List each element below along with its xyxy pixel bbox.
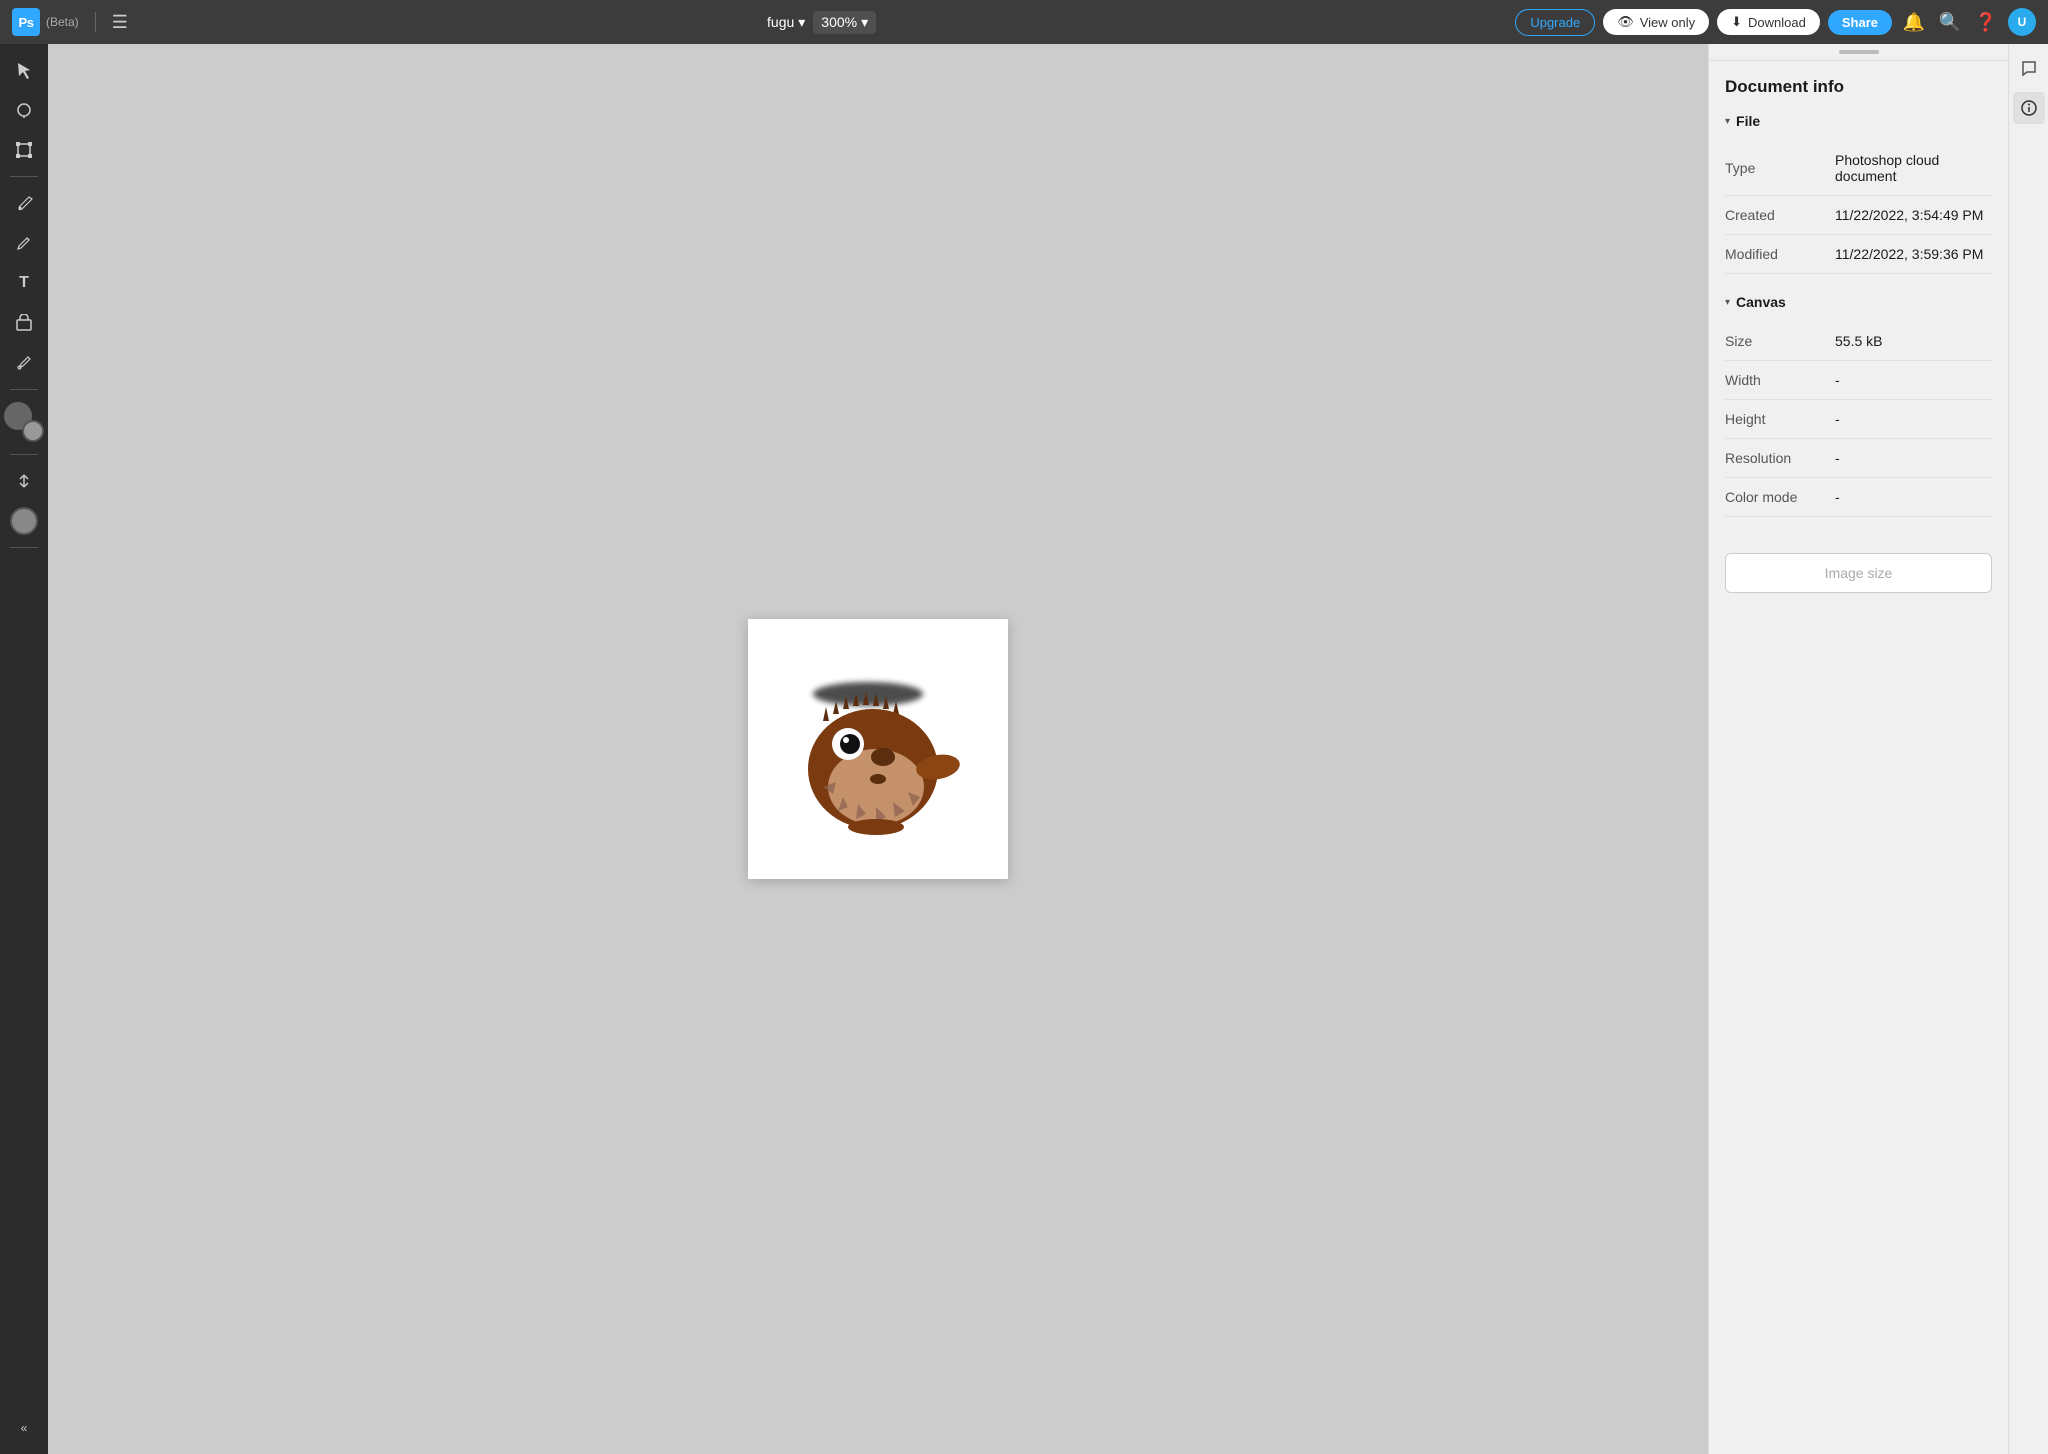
help-icon[interactable]: ❓ (1972, 12, 2000, 33)
info-panel-button[interactable] (2013, 92, 2045, 124)
text-tool-icon: T (19, 274, 29, 292)
canvas-height-value: - (1835, 411, 1992, 427)
canvas-size-value: 55.5 kB (1835, 333, 1992, 349)
comment-panel-button[interactable] (2013, 52, 2045, 84)
file-type-row: Type Photoshop cloud document (1725, 141, 1992, 196)
canvas-height-label: Height (1725, 411, 1835, 427)
file-section-header[interactable]: ▾ File (1725, 113, 1992, 129)
view-only-button[interactable]: 👁 View only (1603, 9, 1709, 35)
file-name-dropdown[interactable]: fugu ▾ (767, 14, 805, 31)
zoom-chevron-icon: ▾ (861, 14, 868, 31)
document-info-panel: Document info ▾ File Type Photoshop clou… (1708, 44, 2008, 1454)
collapse-icon: « (21, 1421, 28, 1435)
fugu-illustration (768, 639, 988, 859)
canvas-color-mode-row: Color mode - (1725, 478, 1992, 517)
canvas-color-mode-value: - (1835, 489, 1992, 505)
background-color[interactable] (22, 420, 44, 442)
zoom-level-label: 300% (821, 14, 857, 30)
eye-icon: 👁 (1617, 14, 1634, 30)
download-button[interactable]: ⬇ Download (1717, 9, 1820, 35)
file-section-chevron-icon: ▾ (1725, 116, 1730, 127)
collapse-toolbar-button[interactable]: « (6, 1410, 42, 1446)
download-label: Download (1748, 15, 1806, 30)
file-created-value: 11/22/2022, 3:54:49 PM (1835, 207, 1992, 223)
tool-divider-2 (10, 389, 38, 390)
canvas-width-value: - (1835, 372, 1992, 388)
select-tool[interactable] (6, 52, 42, 88)
zoom-control[interactable]: 300% ▾ (813, 11, 876, 34)
file-created-row: Created 11/22/2022, 3:54:49 PM (1725, 196, 1992, 235)
canvas-area[interactable] (48, 44, 1708, 1454)
panel-tab-indicator (1839, 50, 1879, 54)
file-modified-row: Modified 11/22/2022, 3:59:36 PM (1725, 235, 1992, 274)
download-icon: ⬇ (1731, 14, 1742, 30)
shape-tool[interactable] (6, 305, 42, 341)
canvas-width-label: Width (1725, 372, 1835, 388)
canvas-section-header[interactable]: ▾ Canvas (1725, 294, 1992, 310)
image-size-button[interactable]: Image size (1725, 553, 1992, 593)
canvas-resolution-label: Resolution (1725, 450, 1835, 466)
file-name-chevron-icon: ▾ (798, 14, 805, 31)
canvas-size-label: Size (1725, 333, 1835, 349)
canvas-section-chevron-icon: ▾ (1725, 297, 1730, 308)
user-avatar[interactable]: U (2008, 8, 2036, 36)
canvas-resolution-row: Resolution - (1725, 439, 1992, 478)
text-tool[interactable]: T (6, 265, 42, 301)
lasso-tool[interactable] (6, 92, 42, 128)
file-name-label: fugu (767, 14, 794, 30)
left-toolbar: T « (0, 44, 48, 1454)
header: Ps (Beta) ☰ fugu ▾ 300% ▾ Upgrade 👁 View… (0, 0, 2048, 44)
arrange-tool[interactable] (6, 463, 42, 499)
right-icon-panel (2008, 44, 2048, 1454)
tool-divider-1 (10, 176, 38, 177)
artwork-canvas (748, 619, 1008, 879)
brush-tool[interactable] (6, 185, 42, 221)
eyedropper-tool[interactable] (6, 345, 42, 381)
main-area: T « (0, 44, 2048, 1454)
canvas-section: ▾ Canvas Size 55.5 kB Width - Height - R… (1725, 294, 1992, 517)
canvas-width-row: Width - (1725, 361, 1992, 400)
file-type-label: Type (1725, 160, 1835, 176)
color-swatches (4, 402, 44, 442)
canvas-color-mode-label: Color mode (1725, 489, 1835, 505)
share-button[interactable]: Share (1828, 10, 1892, 35)
canvas-section-label: Canvas (1736, 294, 1786, 310)
transform-tool[interactable] (6, 132, 42, 168)
secondary-color-swatch[interactable] (10, 507, 38, 535)
beta-label: (Beta) (46, 15, 79, 29)
canvas-resolution-value: - (1835, 450, 1992, 466)
canvas-size-row: Size 55.5 kB (1725, 322, 1992, 361)
app-logo-group: Ps (Beta) (12, 8, 79, 36)
header-center: fugu ▾ 300% ▾ (140, 11, 1504, 34)
panel-body: Document info ▾ File Type Photoshop clou… (1709, 61, 2008, 1454)
header-right: Upgrade 👁 View only ⬇ Download Share 🔔 🔍… (1515, 8, 2036, 36)
file-section: ▾ File Type Photoshop cloud document Cre… (1725, 113, 1992, 274)
upgrade-button[interactable]: Upgrade (1515, 9, 1595, 36)
tool-divider-3 (10, 454, 38, 455)
hamburger-menu-icon[interactable]: ☰ (112, 12, 128, 33)
search-icon[interactable]: 🔍 (1936, 12, 1964, 33)
file-modified-value: 11/22/2022, 3:59:36 PM (1835, 246, 1992, 262)
document-info-title: Document info (1725, 77, 1992, 97)
file-section-label: File (1736, 113, 1760, 129)
canvas-height-row: Height - (1725, 400, 1992, 439)
file-created-label: Created (1725, 207, 1835, 223)
tool-divider-4 (10, 547, 38, 548)
header-divider (95, 12, 96, 32)
pen-tool[interactable] (6, 225, 42, 261)
view-only-label: View only (1640, 15, 1695, 30)
notifications-icon[interactable]: 🔔 (1900, 12, 1928, 33)
canvas-content (748, 619, 1008, 879)
ps-logo: Ps (12, 8, 40, 36)
file-type-value: Photoshop cloud document (1835, 152, 1992, 184)
file-modified-label: Modified (1725, 246, 1835, 262)
panel-tab-bar (1709, 44, 2008, 61)
